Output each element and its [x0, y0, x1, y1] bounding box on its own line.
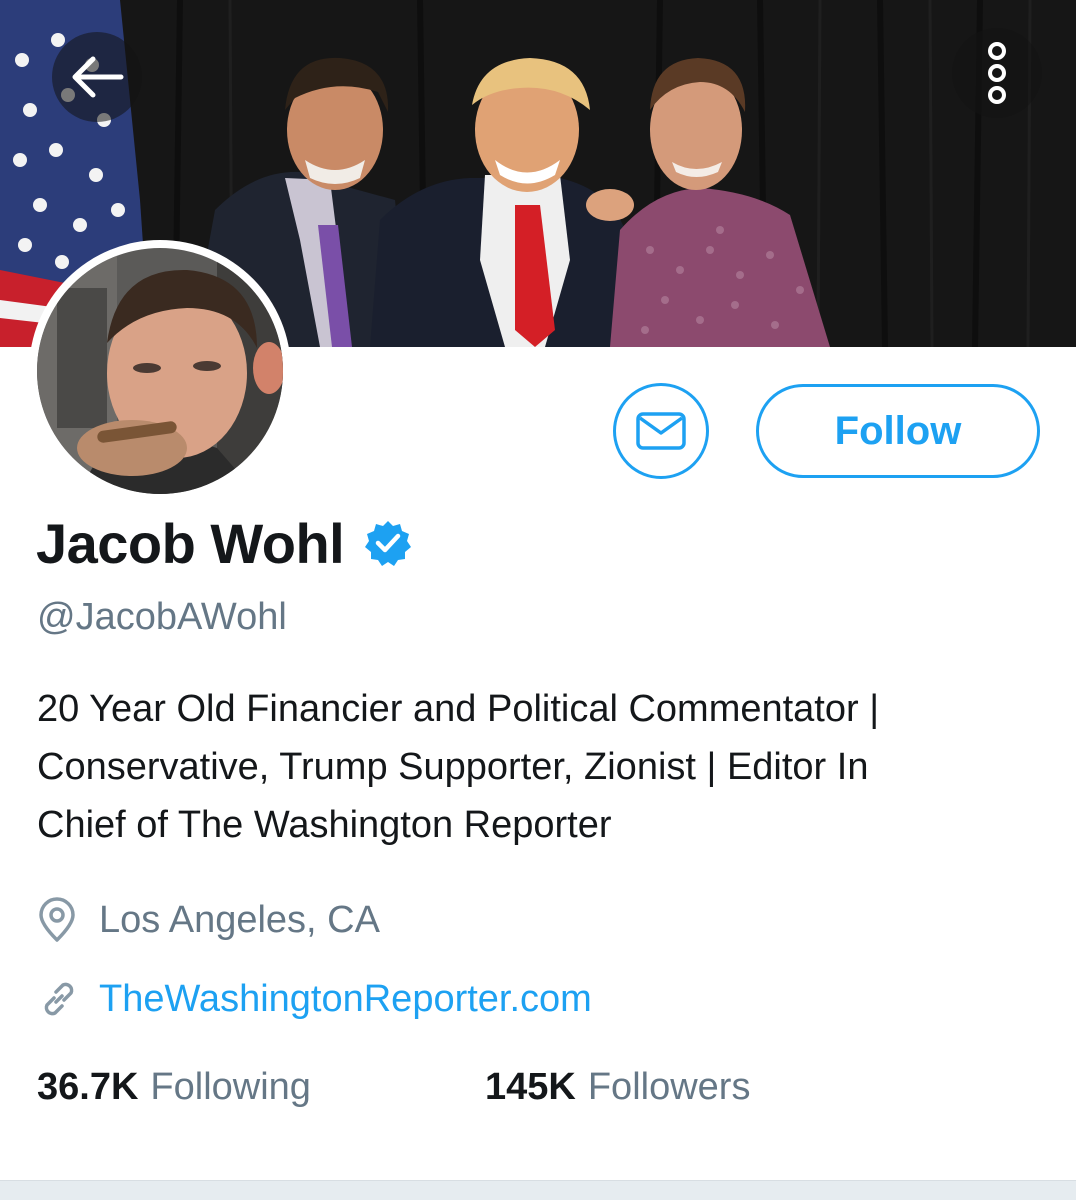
- profile-stats: 36.7K Following 145K Followers: [37, 1066, 750, 1109]
- profile-website[interactable]: TheWashingtonReporter.com: [37, 974, 592, 1024]
- envelope-icon: [636, 412, 686, 450]
- verified-badge-icon: [364, 519, 412, 567]
- avatar-photo: [37, 248, 283, 494]
- profile-bio: 20 Year Old Financier and Political Comm…: [37, 680, 1047, 854]
- profile-handle: @JacobAWohl: [37, 596, 287, 638]
- more-vertical-icon: [988, 42, 1006, 104]
- bio-line: 20 Year Old Financier and Political Comm…: [37, 688, 880, 730]
- following-count: 36.7K: [37, 1066, 139, 1108]
- arrow-left-icon: [72, 56, 124, 98]
- message-button[interactable]: [613, 383, 709, 479]
- profile-name-row: Jacob Wohl: [36, 508, 412, 578]
- following-label: Following: [150, 1066, 311, 1108]
- profile-location: Los Angeles, CA: [37, 895, 380, 945]
- more-options-button[interactable]: [952, 28, 1042, 118]
- following-stat[interactable]: 36.7K Following: [37, 1066, 311, 1109]
- bio-line: Chief of The Washington Reporter: [37, 804, 612, 846]
- follow-button[interactable]: Follow: [756, 384, 1040, 478]
- map-pin-icon: [37, 897, 83, 943]
- website-link[interactable]: TheWashingtonReporter.com: [99, 978, 592, 1021]
- link-icon: [37, 977, 83, 1021]
- display-name: Jacob Wohl: [36, 511, 345, 575]
- followers-label: Followers: [587, 1066, 751, 1108]
- followers-count: 145K: [485, 1066, 576, 1108]
- profile-avatar[interactable]: [29, 240, 291, 502]
- location-text: Los Angeles, CA: [99, 898, 380, 941]
- back-button[interactable]: [52, 32, 142, 122]
- bio-line: Conservative, Trump Supporter, Zionist |…: [37, 746, 869, 788]
- section-divider: [0, 1180, 1076, 1200]
- followers-stat[interactable]: 145K Followers: [485, 1066, 750, 1109]
